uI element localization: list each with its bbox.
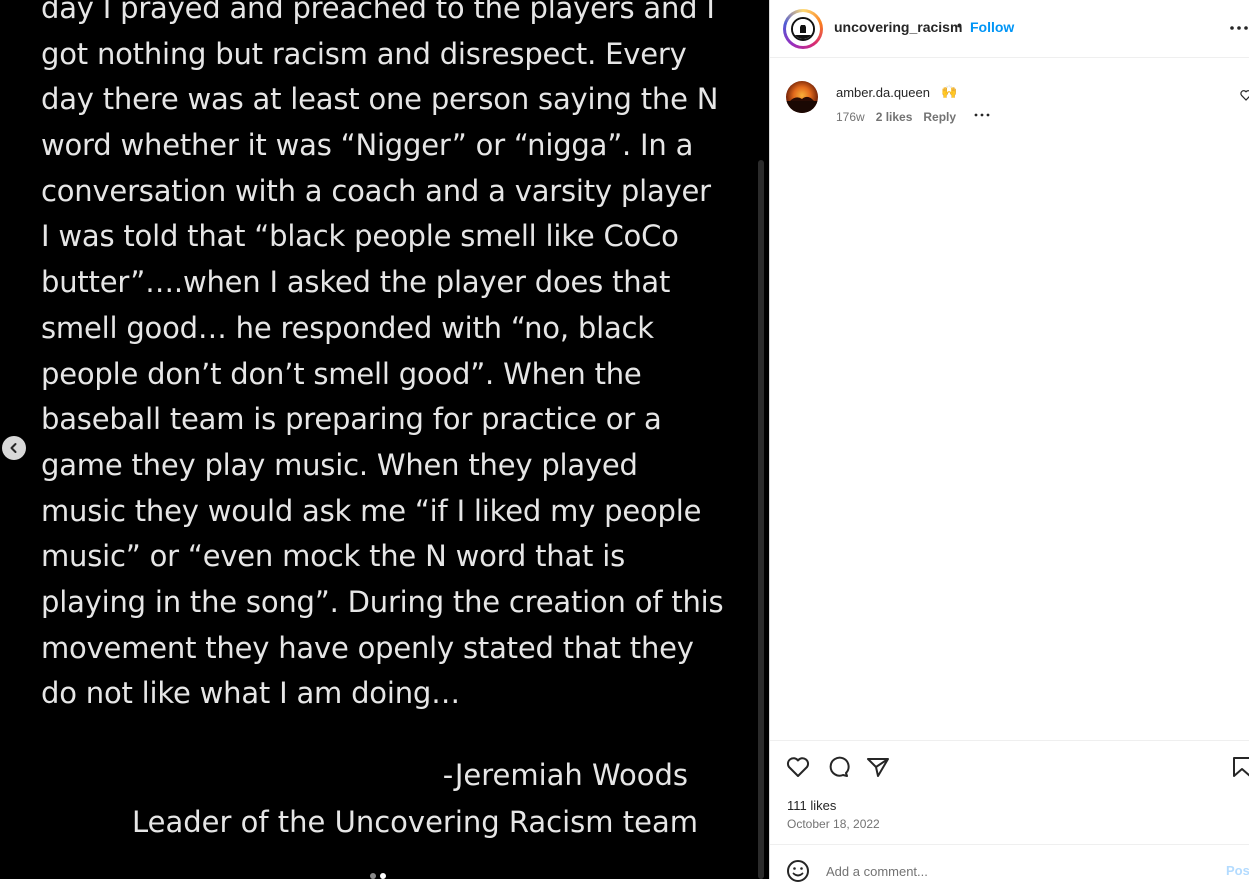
post-header: uncovering_racism • Follow [770, 0, 1249, 58]
post-text-line: baseball team is preparing for practice … [41, 402, 662, 437]
comment-meta: 176w 2 likes Reply [836, 110, 956, 124]
avatar[interactable] [783, 9, 823, 49]
reply-button[interactable]: Reply [923, 110, 956, 124]
post-comment-button[interactable]: Post [1226, 863, 1249, 878]
post-text-line: day I prayed and preached to the players… [41, 0, 715, 25]
post-text-line: playing in the song”. During the creatio… [41, 584, 724, 619]
post-image-text: day I prayed and preached to the players… [41, 0, 731, 717]
carousel-dot-active [380, 873, 386, 879]
separator-dot: • [957, 17, 962, 33]
comment-text: 🙌 [941, 84, 958, 99]
emoji-icon[interactable] [786, 859, 810, 883]
post-text-line: music they would ask me “if I liked my p… [41, 493, 702, 528]
share-icon[interactable] [865, 754, 891, 780]
carousel-indicators [370, 873, 386, 879]
post-text-line: people don’t don’t smell good”. When the [41, 356, 642, 391]
chevron-left-icon [10, 443, 17, 453]
post-text-line: butter”….when I asked the player does th… [41, 265, 671, 300]
signature-role: Leader of the Uncovering Racism team [131, 805, 698, 839]
post-text-line: movement they have openly stated that th… [41, 630, 694, 665]
commenter-avatar[interactable] [786, 81, 818, 113]
comment-more-icon[interactable] [972, 108, 992, 122]
fist-icon [793, 19, 813, 39]
divider [770, 740, 1249, 741]
scrollbar[interactable] [758, 160, 764, 879]
commenter-username[interactable]: amber.da.queen [836, 85, 930, 100]
signature-name: -Jeremiah Woods [442, 758, 688, 792]
divider [770, 844, 1249, 845]
post-text-line: conversation with a coach and a varsity … [41, 173, 711, 208]
sunset-image [786, 96, 818, 113]
post-media: day I prayed and preached to the players… [0, 0, 769, 879]
fist-logo-icon [791, 17, 815, 41]
post-text-line: got nothing but racism and disrespect. E… [41, 36, 687, 71]
comment-like-heart-icon[interactable] [1240, 89, 1249, 101]
previous-slide-button[interactable] [2, 436, 26, 460]
comment-icon[interactable] [825, 754, 851, 780]
post-date[interactable]: October 18, 2022 [787, 817, 880, 831]
heart-icon[interactable] [785, 754, 811, 780]
more-options-icon[interactable] [1228, 18, 1249, 38]
comment-age[interactable]: 176w [836, 110, 865, 124]
comment-likes[interactable]: 2 likes [876, 110, 913, 124]
follow-button[interactable]: Follow [970, 19, 1014, 35]
post-text-line: do not like what I am doing… [41, 676, 460, 711]
post-text-line: day there was at least one person saying… [41, 82, 719, 117]
carousel-dot [370, 873, 376, 879]
likes-count[interactable]: 111 likes [787, 798, 836, 813]
avatar-ring-inner [786, 12, 820, 46]
post-text-line: music” or “even mock the N word that is [41, 539, 625, 574]
post-text-line: game they play music. When they played [41, 447, 638, 482]
post-author-username[interactable]: uncovering_racism [834, 19, 962, 35]
post-text-line: smell good… he responded with “no, black [41, 310, 654, 345]
post-text-line: word whether it was “Nigger” or “nigga”.… [41, 128, 694, 163]
post-sidebar: uncovering_racism • Follow amber.da.quee… [769, 0, 1249, 882]
bookmark-icon[interactable] [1230, 754, 1249, 780]
post-text-line: I was told that “black people smell like… [41, 219, 679, 254]
